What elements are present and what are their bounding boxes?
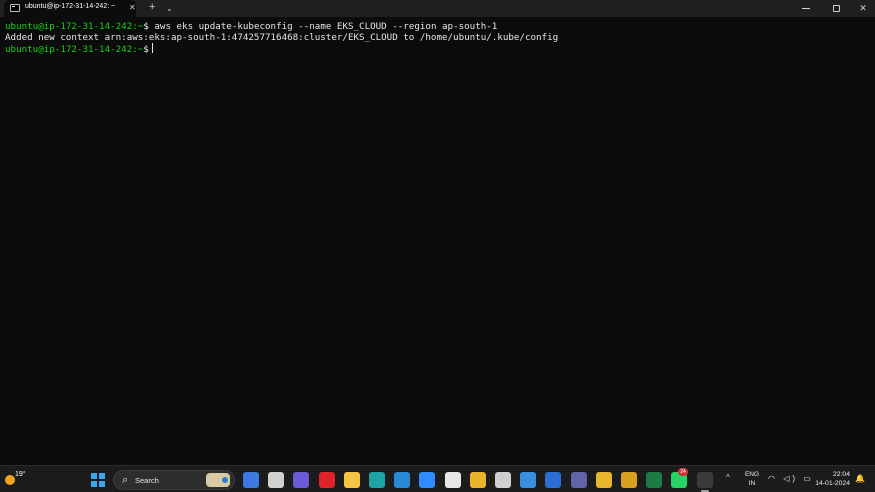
- clock[interactable]: 22:04 14-01-2024: [812, 470, 850, 488]
- prompt-symbol: $: [143, 44, 149, 55]
- word-app-icon[interactable]: [545, 472, 561, 488]
- start-button[interactable]: [91, 473, 105, 487]
- chrome-icon[interactable]: [470, 472, 486, 488]
- close-button[interactable]: ✕: [849, 0, 875, 17]
- region-code: IN: [748, 480, 756, 487]
- taskbar-search[interactable]: ⌕ Search: [113, 470, 235, 490]
- terminal-line: ubuntu@ip-172-31-14-242:~$: [5, 43, 875, 55]
- blue-app-icon[interactable]: [394, 472, 410, 488]
- taskbar: 19° ⌕ Search 24 ^ ENG IN ◠ ◁) ▭ 22:04 14…: [0, 465, 875, 492]
- chrome-profile-icon[interactable]: [596, 472, 612, 488]
- language-indicator[interactable]: ENG IN: [744, 470, 760, 488]
- terminal-icon: [10, 4, 20, 12]
- windows-logo-icon: [91, 481, 97, 487]
- terminal-line: Added new context arn:aws:eks:ap-south-1…: [5, 32, 875, 43]
- mail-icon[interactable]: [520, 472, 536, 488]
- language-code: ENG: [744, 471, 760, 478]
- tray-status-icons[interactable]: ◠ ◁) ▭: [768, 474, 814, 483]
- minimize-icon: [802, 8, 810, 10]
- excel-icon[interactable]: [646, 472, 662, 488]
- tray-overflow-icon[interactable]: ^: [726, 473, 730, 482]
- clock-date: 14-01-2024: [815, 480, 850, 487]
- windows-logo-icon: [99, 473, 105, 479]
- notification-badge: 24: [678, 468, 688, 476]
- video-call-icon[interactable]: [293, 472, 309, 488]
- windows-logo-icon: [91, 473, 97, 479]
- terminal-app-icon[interactable]: [697, 472, 713, 488]
- file-explorer-icon[interactable]: [344, 472, 360, 488]
- task-view-icon[interactable]: [268, 472, 284, 488]
- command-text: aws eks update-kubeconfig --name EKS_CLO…: [148, 21, 498, 32]
- search-icon: ⌕: [122, 474, 129, 486]
- terminal-line: ubuntu@ip-172-31-14-242:~$ aws eks updat…: [5, 21, 875, 32]
- title-bar: ubuntu@ip-172-31-14-242: ~ ✕ + ⌄ ✕: [0, 0, 875, 17]
- tab-dropdown-icon[interactable]: ⌄: [166, 3, 173, 14]
- tab-title: ubuntu@ip-172-31-14-242: ~: [25, 3, 116, 10]
- zoom-icon[interactable]: [419, 472, 435, 488]
- new-tab-button[interactable]: +: [149, 1, 155, 14]
- output-text: Added new context arn:aws:eks:ap-south-1…: [5, 32, 559, 43]
- clock-time: 22:04: [832, 471, 850, 478]
- settings-icon[interactable]: [495, 472, 511, 488]
- text-cursor: [151, 43, 153, 53]
- search-label: Search: [135, 476, 159, 485]
- edge-icon[interactable]: [369, 472, 385, 488]
- minimize-button[interactable]: [792, 0, 820, 17]
- widgets-app-icon[interactable]: [243, 472, 259, 488]
- opera-icon[interactable]: [319, 472, 335, 488]
- teams-icon[interactable]: [571, 472, 587, 488]
- notification-bell-icon[interactable]: 🔔: [855, 474, 865, 483]
- maximize-icon: [832, 5, 840, 13]
- tab-close-icon[interactable]: ✕: [129, 2, 136, 14]
- windows-logo-icon: [99, 481, 105, 487]
- weather-sun-icon: [5, 475, 15, 485]
- store-icon[interactable]: [445, 472, 461, 488]
- tab-terminal[interactable]: ubuntu@ip-172-31-14-242: ~ ✕: [4, 0, 136, 17]
- chrome-dev-icon[interactable]: [621, 472, 637, 488]
- terminal-output[interactable]: ubuntu@ip-172-31-14-242:~$ aws eks updat…: [0, 17, 875, 465]
- prompt: ubuntu@ip-172-31-14-242:~: [5, 44, 144, 55]
- prompt: ubuntu@ip-172-31-14-242:~: [5, 21, 144, 32]
- weather-widget[interactable]: 19°: [5, 470, 33, 490]
- search-highlight-image: [206, 473, 230, 487]
- maximize-button[interactable]: [822, 0, 850, 17]
- weather-temperature: 19°: [15, 471, 26, 478]
